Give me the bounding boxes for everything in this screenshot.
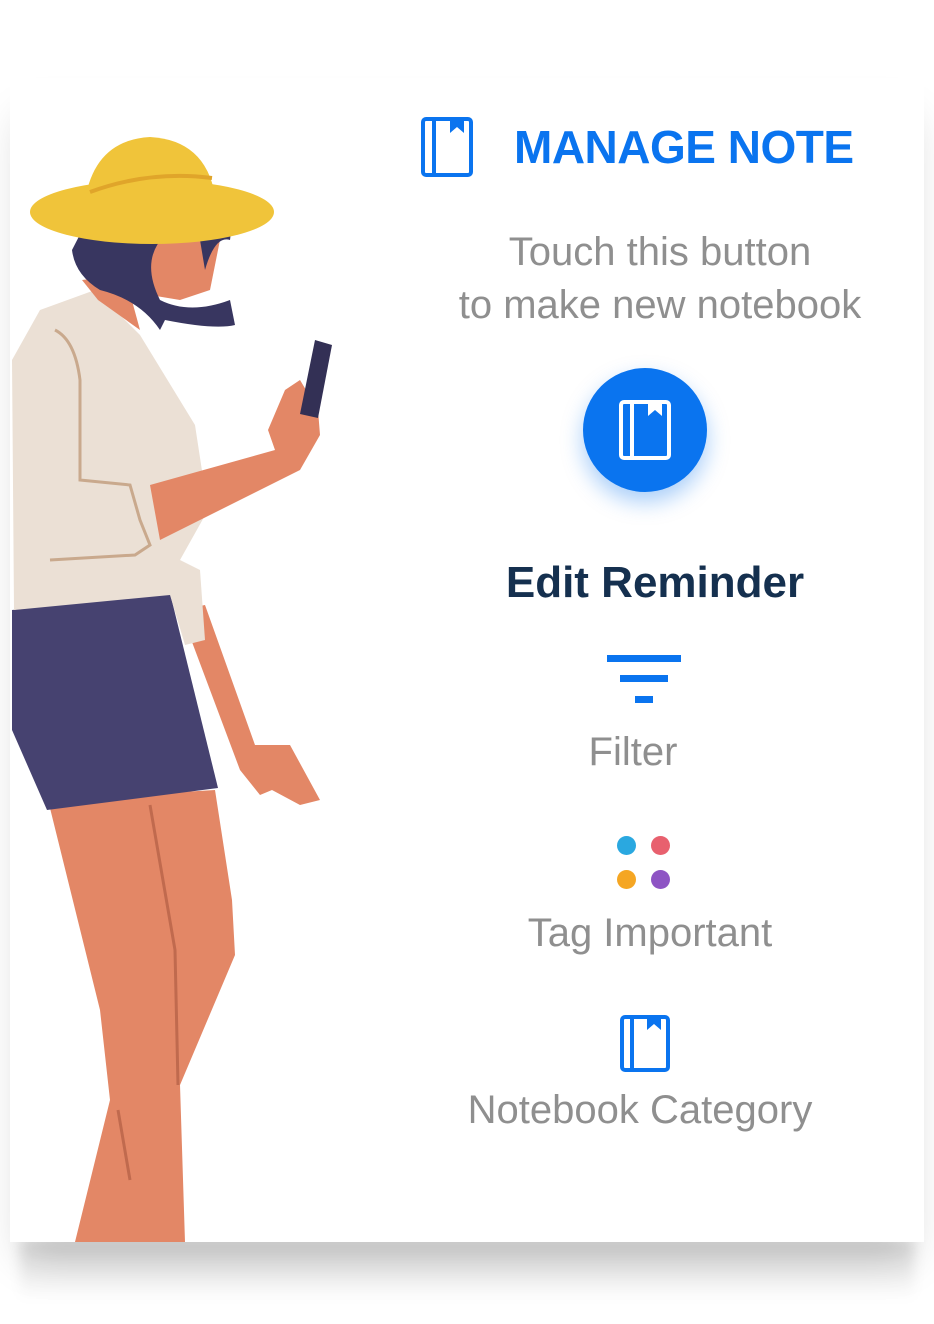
notebook-icon (620, 1015, 670, 1072)
woman-with-phone-illustration (12, 137, 332, 1242)
page-title: MANAGE NOTE (514, 121, 854, 173)
filter-label: Filter (588, 730, 678, 774)
notebook-category-label: Notebook Category (467, 1088, 813, 1132)
instruction-line-2: to make new notebook (458, 283, 862, 327)
section-title: Edit Reminder (505, 558, 805, 607)
new-notebook-button[interactable] (583, 368, 707, 492)
tag-important-label: Tag Important (527, 911, 773, 955)
instruction-line-1: Touch this button (508, 230, 812, 274)
card-shadow (20, 1240, 914, 1300)
filter-icon (607, 655, 681, 703)
notebook-icon (619, 400, 671, 460)
tag-dots-icon (615, 834, 675, 894)
notebook-icon (421, 117, 473, 177)
instruction-text: Touch this button to make new notebook (420, 226, 900, 332)
manage-note-header: MANAGE NOTE (420, 112, 880, 182)
